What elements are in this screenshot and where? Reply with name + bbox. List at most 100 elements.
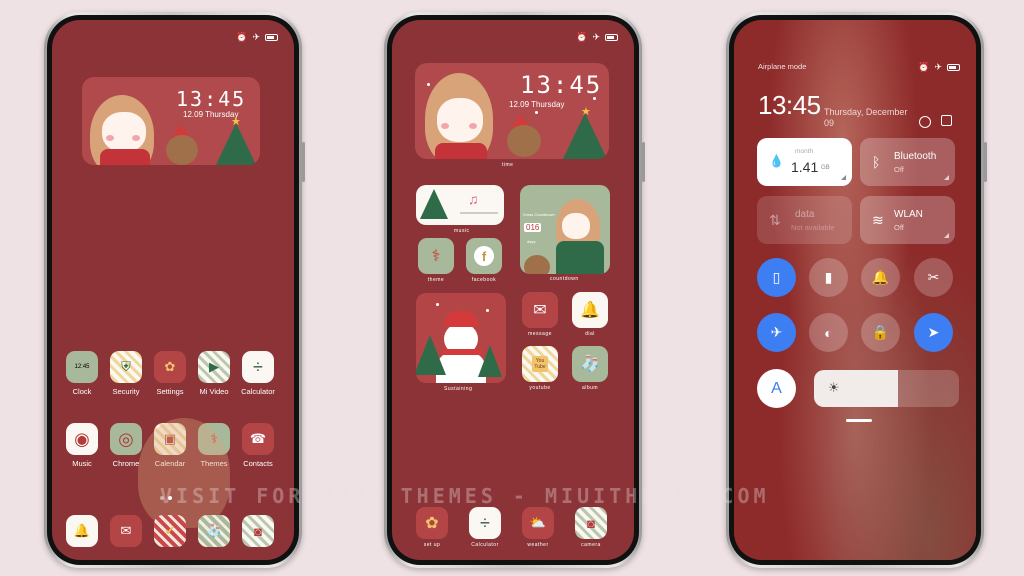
rotation-lock-icon: 🔒 xyxy=(871,324,890,340)
alarm-icon: ⏰ xyxy=(236,32,248,42)
bluetooth-icon: ᛒ xyxy=(872,154,881,170)
countdown-widget[interactable]: Xmas Countdown 016 days xyxy=(520,185,610,274)
dock-app-message[interactable]: ✉ xyxy=(106,515,146,547)
candy-cane-icon: ⚕ xyxy=(418,238,454,274)
dock-app-calculator[interactable]: ÷ Calculator xyxy=(465,507,505,548)
app-calculator[interactable]: ÷ Calculator xyxy=(238,351,278,396)
gift-icon: ✔ xyxy=(154,515,186,547)
edit-icon[interactable] xyxy=(941,115,952,126)
flashlight-icon: ▮ xyxy=(824,269,833,285)
calculator-icon: ÷ xyxy=(469,507,501,539)
camera-icon: ◙ xyxy=(242,515,274,547)
auto-brightness-button[interactable]: A xyxy=(757,369,796,408)
dock-app-set-up[interactable]: ✿ set up xyxy=(412,507,452,548)
app-clock[interactable]: 12:45 Clock xyxy=(62,351,102,396)
panel-handle[interactable] xyxy=(846,419,872,422)
dock-app-camera[interactable]: ◙ xyxy=(238,515,278,547)
toggle-screenshot[interactable]: ✂ xyxy=(914,258,953,297)
app-music[interactable]: ◉ Music xyxy=(62,423,102,468)
toggle-location[interactable]: ➤ xyxy=(914,313,953,352)
message-icon: ✉ xyxy=(110,515,142,547)
music-note-icon: ♫ xyxy=(468,191,479,207)
water-drop-icon: 💧 xyxy=(769,154,784,168)
dock-app-bell[interactable]: 🔔 xyxy=(62,515,102,547)
airplane-mode-label: Airplane mode xyxy=(758,62,807,71)
brightness-icon: ☀ xyxy=(828,380,840,395)
cc-time: 13:45 xyxy=(758,90,821,120)
clock-date: 12.09 Thursday xyxy=(509,100,565,109)
tile-wlan[interactable]: ≋ WLAN Off xyxy=(860,196,955,244)
app-dial[interactable]: 🔔 dial xyxy=(570,292,610,337)
app-mi-video[interactable]: ▶ Mi Video xyxy=(194,351,234,396)
dock-app-stocking[interactable]: 🧦 xyxy=(194,515,234,547)
cc-date: Thursday, December 09 xyxy=(824,107,908,128)
stocking-icon: 🧦 xyxy=(198,515,230,547)
camera-icon: ◙ xyxy=(575,507,607,539)
battery-icon xyxy=(947,64,960,71)
watermark: VISIT FOR MORE THEMES - MIUITHEMER.COM xyxy=(160,484,770,508)
toggle-silent[interactable]: 🔔 xyxy=(861,258,900,297)
screenshot-icon: ✂ xyxy=(927,269,940,285)
app-security[interactable]: ⛨ Security xyxy=(106,351,146,396)
home-screen: ⏰ ✈ 13:45 12.09 Thursday ★ 12:45 Clock ⛨ S… xyxy=(52,20,294,560)
clock-time: 13:45 xyxy=(176,87,247,111)
calculator-icon: ÷ xyxy=(242,351,274,383)
battery-icon xyxy=(605,34,618,41)
alarm-icon: ⏰ xyxy=(576,32,588,42)
mobile-data-icon: ⇅ xyxy=(769,212,781,228)
snowman-widget-label: Sustaining xyxy=(444,386,473,392)
status-bar: ⏰ ✈ xyxy=(918,62,960,73)
vibrate-icon: ▯ xyxy=(772,269,781,285)
tile-data-usage[interactable]: 💧 month 1.41 GB xyxy=(757,138,852,186)
app-message[interactable]: ✉ message xyxy=(520,292,560,337)
clock-icon: 12:45 xyxy=(66,351,98,383)
shield-icon: ⛨ xyxy=(110,351,142,383)
weather-icon: ⛅ xyxy=(522,507,554,539)
status-bar: ⏰ ✈ xyxy=(576,32,618,43)
tile-mobile-data[interactable]: ⇅ data Not available xyxy=(757,196,852,244)
battery-icon xyxy=(265,34,278,41)
tile-bluetooth[interactable]: ᛒ Bluetooth Off xyxy=(860,138,955,186)
status-bar: ⏰ ✈ xyxy=(236,32,278,43)
clock-widget[interactable]: 13:45 12.09 Thursday ★ xyxy=(82,77,260,165)
airplane-icon: ✈ xyxy=(592,32,600,42)
wifi-icon: ≋ xyxy=(872,212,884,228)
app-album[interactable]: 🧦 album xyxy=(570,346,610,391)
brightness-slider[interactable]: ☀ xyxy=(814,370,959,407)
music-icon: ◉ xyxy=(66,423,98,455)
chrome-icon: ◎ xyxy=(110,423,142,455)
music-progress[interactable] xyxy=(460,212,498,214)
clock-widget[interactable]: 13:45 12.09 Thursday ★ xyxy=(415,63,609,159)
dock-app-weather[interactable]: ⛅ weather xyxy=(518,507,558,548)
app-facebook[interactable]: f facebook xyxy=(464,238,504,283)
toggle-vibrate[interactable]: ▯ xyxy=(757,258,796,297)
bell-icon: 🔔 xyxy=(66,515,98,547)
gear-icon: ✿ xyxy=(154,351,186,383)
clock-time: 13:45 xyxy=(520,71,603,99)
dock-app-camera[interactable]: ◙ camera xyxy=(571,507,611,548)
app-theme[interactable]: ⚕ theme xyxy=(416,238,456,283)
stocking-icon: 🧦 xyxy=(572,346,608,382)
widget-screen: ⏰ ✈ 13:45 12.09 Thursday ★ time ♫ music … xyxy=(392,20,634,560)
countdown-widget-label: countdown xyxy=(550,276,579,282)
dock-app-gift[interactable]: ✔ xyxy=(150,515,190,547)
facebook-icon: f xyxy=(466,238,502,274)
app-youtube[interactable]: You Tube youtube xyxy=(520,346,560,391)
countdown-value: 016 xyxy=(524,223,542,232)
toggle-flashlight[interactable]: ▮ xyxy=(809,258,848,297)
toggle-dark-mode[interactable]: ◐ xyxy=(809,313,848,352)
settings-icon[interactable] xyxy=(919,116,931,128)
location-icon: ➤ xyxy=(927,324,940,340)
snowman-widget[interactable] xyxy=(416,293,506,383)
clock-widget-label: time xyxy=(502,162,514,168)
alarm-icon: ⏰ xyxy=(918,62,930,72)
airplane-icon: ✈ xyxy=(252,32,260,42)
youtube-icon: You Tube xyxy=(522,346,558,382)
dark-mode-icon: ◐ xyxy=(824,324,833,341)
toggle-rotation-lock[interactable]: 🔒 xyxy=(861,313,900,352)
airplane-icon: ✈ xyxy=(770,324,783,340)
app-contacts[interactable]: ☎ Contacts xyxy=(238,423,278,468)
music-widget[interactable]: ♫ xyxy=(416,185,504,225)
app-settings[interactable]: ✿ Settings xyxy=(150,351,190,396)
toggle-airplane[interactable]: ✈ xyxy=(757,313,796,352)
